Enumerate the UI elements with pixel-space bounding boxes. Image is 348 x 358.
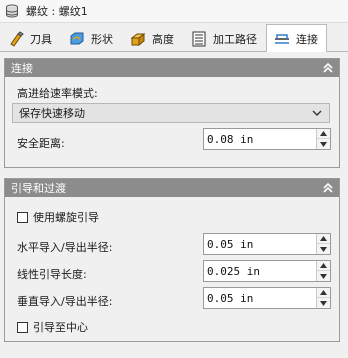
tab-bar: 刀具 形状 高度 加工路径 连接 xyxy=(0,23,348,52)
horizontal-radius-label: 水平导入/导出半径: xyxy=(17,241,113,254)
horizontal-radius-spinner[interactable] xyxy=(316,234,330,254)
spin-down-icon[interactable] xyxy=(317,139,330,149)
linear-lead-input[interactable] xyxy=(204,264,315,278)
leads-header[interactable]: 引导和过渡 xyxy=(5,179,339,197)
spin-down-icon[interactable] xyxy=(317,244,330,254)
feed-mode-label: 高进给速率模式: xyxy=(17,87,98,100)
linear-lead-label: 线性引导长度: xyxy=(17,268,87,281)
helical-lead-row[interactable]: 使用螺旋引导 xyxy=(17,209,99,225)
collapse-icon[interactable] xyxy=(321,181,335,195)
helical-lead-label: 使用螺旋引导 xyxy=(33,211,99,224)
spin-up-icon[interactable] xyxy=(317,288,330,298)
safe-distance-label: 安全距离: xyxy=(17,137,65,150)
collapse-icon[interactable] xyxy=(321,61,335,75)
lead-to-center-label: 引导至中心 xyxy=(33,321,88,334)
tab-height[interactable]: 高度 xyxy=(122,25,183,51)
vertical-radius-spinner[interactable] xyxy=(316,288,330,308)
tab-passes[interactable]: 加工路径 xyxy=(183,25,266,51)
vertical-radius-input[interactable] xyxy=(204,291,315,305)
lead-to-center-row[interactable]: 引导至中心 xyxy=(17,319,88,335)
lead-to-center-checkbox[interactable] xyxy=(17,321,28,333)
vertical-radius-label: 垂直导入/导出半径: xyxy=(17,295,113,308)
linear-lead-spinner[interactable] xyxy=(316,261,330,281)
leads-panel: 引导和过渡 使用螺旋引导 水平导入/导出半径: 线性引导长度: 垂直导入/导出半… xyxy=(4,178,340,342)
spin-down-icon[interactable] xyxy=(317,271,330,281)
tab-tool[interactable]: 刀具 xyxy=(0,25,61,51)
linking-header[interactable]: 连接 xyxy=(5,59,339,77)
spin-up-icon[interactable] xyxy=(317,261,330,271)
feed-mode-select[interactable]: 保存快速移动 xyxy=(12,103,330,123)
feed-mode-value: 保存快速移动 xyxy=(19,107,85,120)
title-bar: 螺纹 : 螺纹1 xyxy=(0,0,348,23)
spin-down-icon[interactable] xyxy=(317,298,330,308)
tool-icon xyxy=(10,30,24,47)
window-title: 螺纹 : 螺纹1 xyxy=(26,5,88,18)
passes-icon xyxy=(192,31,206,46)
spin-up-icon[interactable] xyxy=(317,234,330,244)
tab-height-label: 高度 xyxy=(152,32,174,46)
linking-header-label: 连接 xyxy=(11,62,33,75)
linking-icon xyxy=(275,33,289,44)
safe-distance-input[interactable] xyxy=(204,132,315,146)
tab-shape-label: 形状 xyxy=(91,32,113,46)
horizontal-radius-input[interactable] xyxy=(204,237,315,251)
linking-panel: 连接 高进给速率模式: 保存快速移动 安全距离: xyxy=(4,58,340,168)
shape-icon xyxy=(70,32,84,44)
tab-shape[interactable]: 形状 xyxy=(61,25,122,51)
safe-distance-spinner[interactable] xyxy=(316,129,330,149)
horizontal-radius-field[interactable] xyxy=(203,233,331,255)
tab-linking-label: 连接 xyxy=(296,32,318,46)
chevron-down-icon xyxy=(312,110,322,116)
tab-linking[interactable]: 连接 xyxy=(266,24,327,52)
height-icon xyxy=(130,32,146,46)
tab-tool-label: 刀具 xyxy=(30,32,52,46)
safe-distance-field[interactable] xyxy=(203,128,331,150)
spin-up-icon[interactable] xyxy=(317,129,330,139)
tab-passes-label: 加工路径 xyxy=(213,32,257,46)
linear-lead-field[interactable] xyxy=(203,260,331,282)
vertical-radius-field[interactable] xyxy=(203,287,331,309)
thread-stack-icon xyxy=(6,4,18,18)
helical-lead-checkbox[interactable] xyxy=(17,211,28,223)
leads-header-label: 引导和过渡 xyxy=(11,182,66,195)
